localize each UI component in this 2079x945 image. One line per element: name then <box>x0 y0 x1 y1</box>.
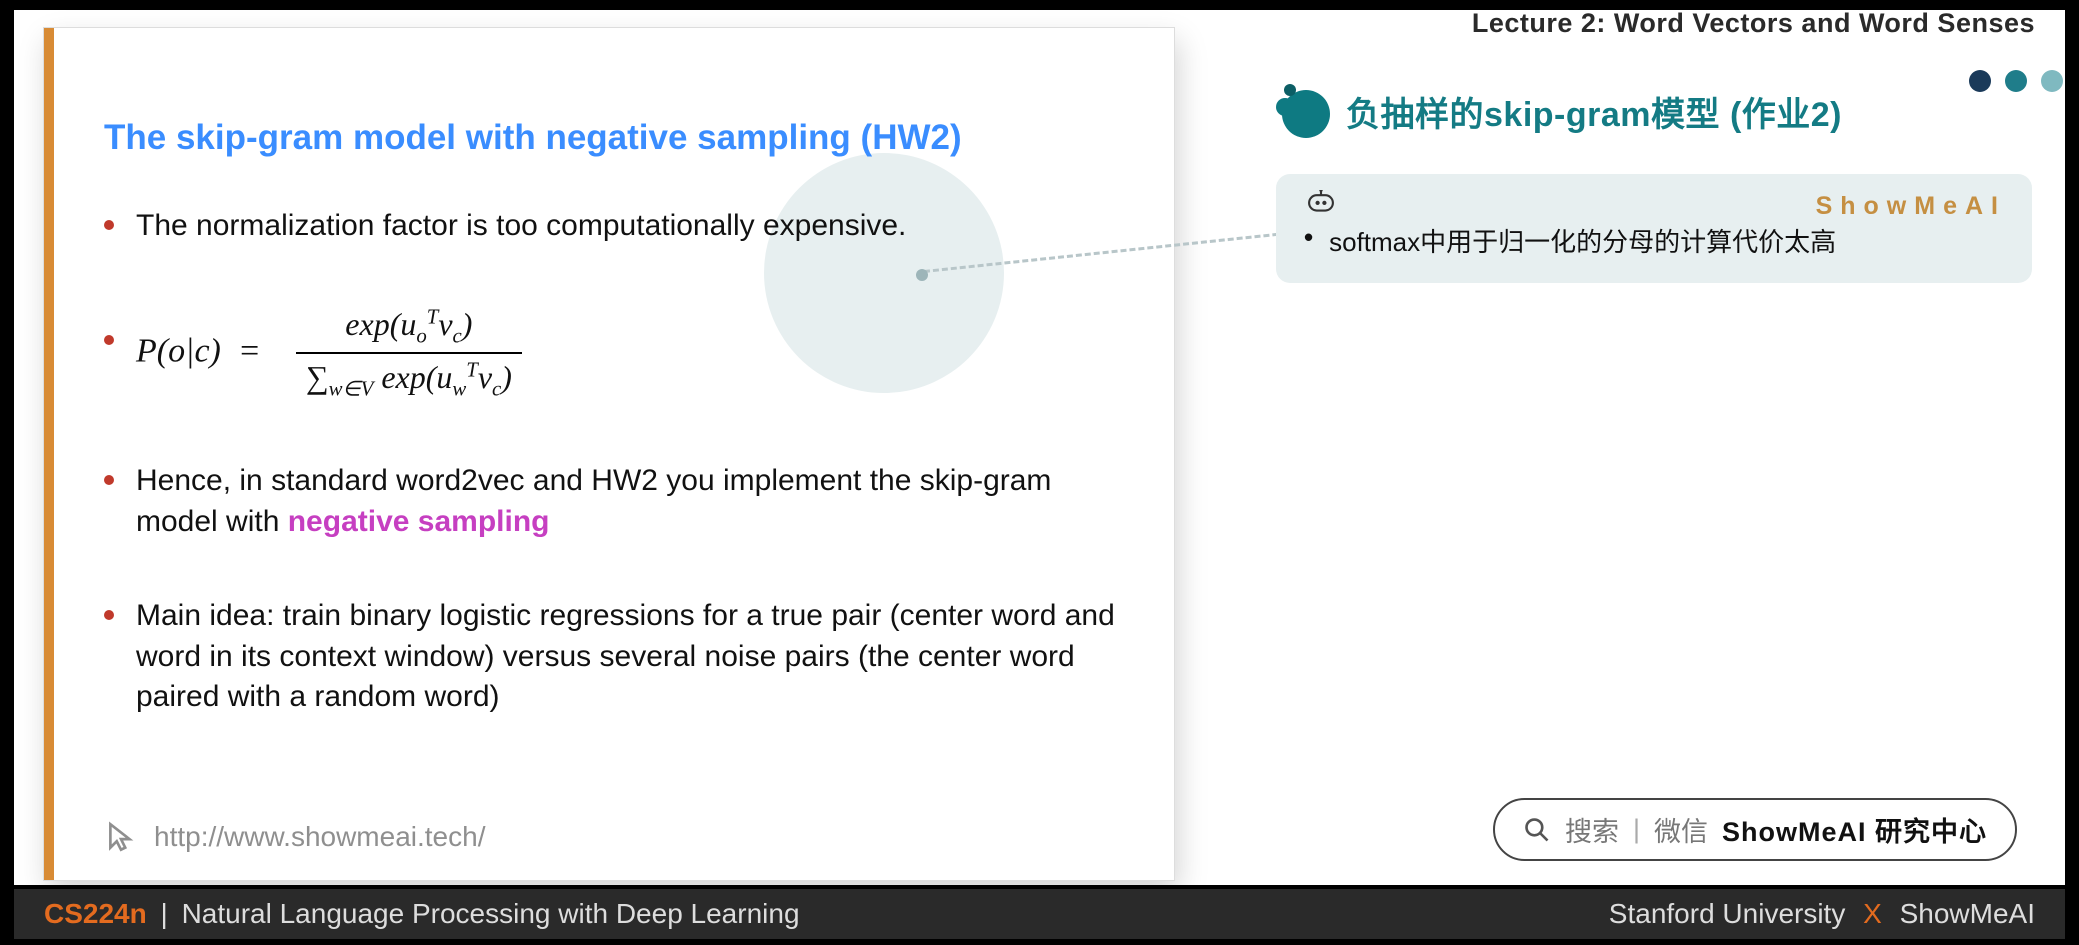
formula-fraction: exp(uoTvc) ∑w∈V exp(uwTvc) <box>296 301 522 406</box>
bullet-4-text: Main idea: train binary logistic regress… <box>136 596 1134 718</box>
formula: P(o|c) = exp(uoTvc) ∑w∈V exp(uwTvc) <box>136 301 522 406</box>
source-link[interactable]: http://www.showmeai.tech/ <box>104 820 485 854</box>
bullet-3-text: Hence, in standard word2vec and HW2 you … <box>136 461 1134 542</box>
search-icon <box>1523 816 1551 844</box>
footer-pipe: | <box>161 898 168 929</box>
search-pill[interactable]: 搜索 | 微信 ShowMeAI 研究中心 <box>1493 798 2017 861</box>
footer-bar: CS224n | Natural Language Processing wit… <box>14 889 2065 939</box>
note-card: ShowMeAI • softmax中用于归一化的分母的计算代价太高 <box>1276 174 2032 283</box>
slide-body: The skip-gram model with negative sampli… <box>104 118 1134 772</box>
footer-org: ShowMeAI <box>1900 898 2035 929</box>
footer-left: CS224n | Natural Language Processing wit… <box>44 898 800 930</box>
search-wechat: 微信 <box>1654 810 1708 849</box>
footer-uni: Stanford University <box>1609 898 1846 929</box>
footer-right: Stanford University X ShowMeAI <box>1609 898 2035 930</box>
cn-title-row: 负抽样的skip-gram模型 (作业2) <box>1276 84 2036 138</box>
bullet-1: The normalization factor is too computat… <box>104 206 1134 247</box>
right-column: 负抽样的skip-gram模型 (作业2) ShowMeAI • softmax… <box>1276 84 2036 283</box>
note-bullet: • softmax中用于归一化的分母的计算代价太高 <box>1304 222 2004 259</box>
note-bullet-dot: • <box>1304 222 1313 259</box>
bullet-dot-icon <box>104 220 114 230</box>
note-bullet-text: softmax中用于归一化的分母的计算代价太高 <box>1329 222 1836 259</box>
bullet-formula: P(o|c) = exp(uoTvc) ∑w∈V exp(uwTvc) <box>104 301 1134 406</box>
bullet-3-em: negative sampling <box>288 505 550 538</box>
cn-title: 负抽样的skip-gram模型 (作业2) <box>1346 87 1842 136</box>
source-link-text: http://www.showmeai.tech/ <box>154 821 485 853</box>
bullet-3: Hence, in standard word2vec and HW2 you … <box>104 461 1134 542</box>
formula-denominator: ∑w∈V exp(uwTvc) <box>296 354 522 405</box>
bullet-list: The normalization factor is too computat… <box>104 206 1134 718</box>
bullet-dot-icon <box>104 335 114 345</box>
cursor-icon <box>104 820 138 854</box>
course-title: Natural Language Processing with Deep Le… <box>182 898 800 929</box>
formula-numerator: exp(uoTvc) <box>335 301 482 352</box>
bullet-1-text: The normalization factor is too computat… <box>136 206 906 247</box>
slide-title: The skip-gram model with negative sampli… <box>104 118 1134 158</box>
stage: Lecture 2: Word Vectors and Word Senses … <box>14 10 2065 885</box>
footer-x: X <box>1863 898 1882 929</box>
search-strong: ShowMeAI 研究中心 <box>1722 810 1987 849</box>
course-code: CS224n <box>44 898 147 929</box>
bullet-4: Main idea: train binary logistic regress… <box>104 596 1134 718</box>
bullet-dot-icon <box>104 610 114 620</box>
slide-card: The skip-gram model with negative sampli… <box>44 28 1174 880</box>
lecture-header: Lecture 2: Word Vectors and Word Senses <box>1472 8 2035 39</box>
showmeai-tag: ShowMeAI <box>1816 192 2006 221</box>
bullet-3-pre: Hence, in standard word2vec and HW2 you … <box>136 464 1051 538</box>
robot-icon <box>1304 190 1338 214</box>
search-hint: 搜索 <box>1565 810 1619 849</box>
section-icon <box>1276 84 1330 138</box>
search-sep: | <box>1633 814 1640 845</box>
bullet-dot-icon <box>104 475 114 485</box>
slide-accent-bar <box>44 28 54 880</box>
